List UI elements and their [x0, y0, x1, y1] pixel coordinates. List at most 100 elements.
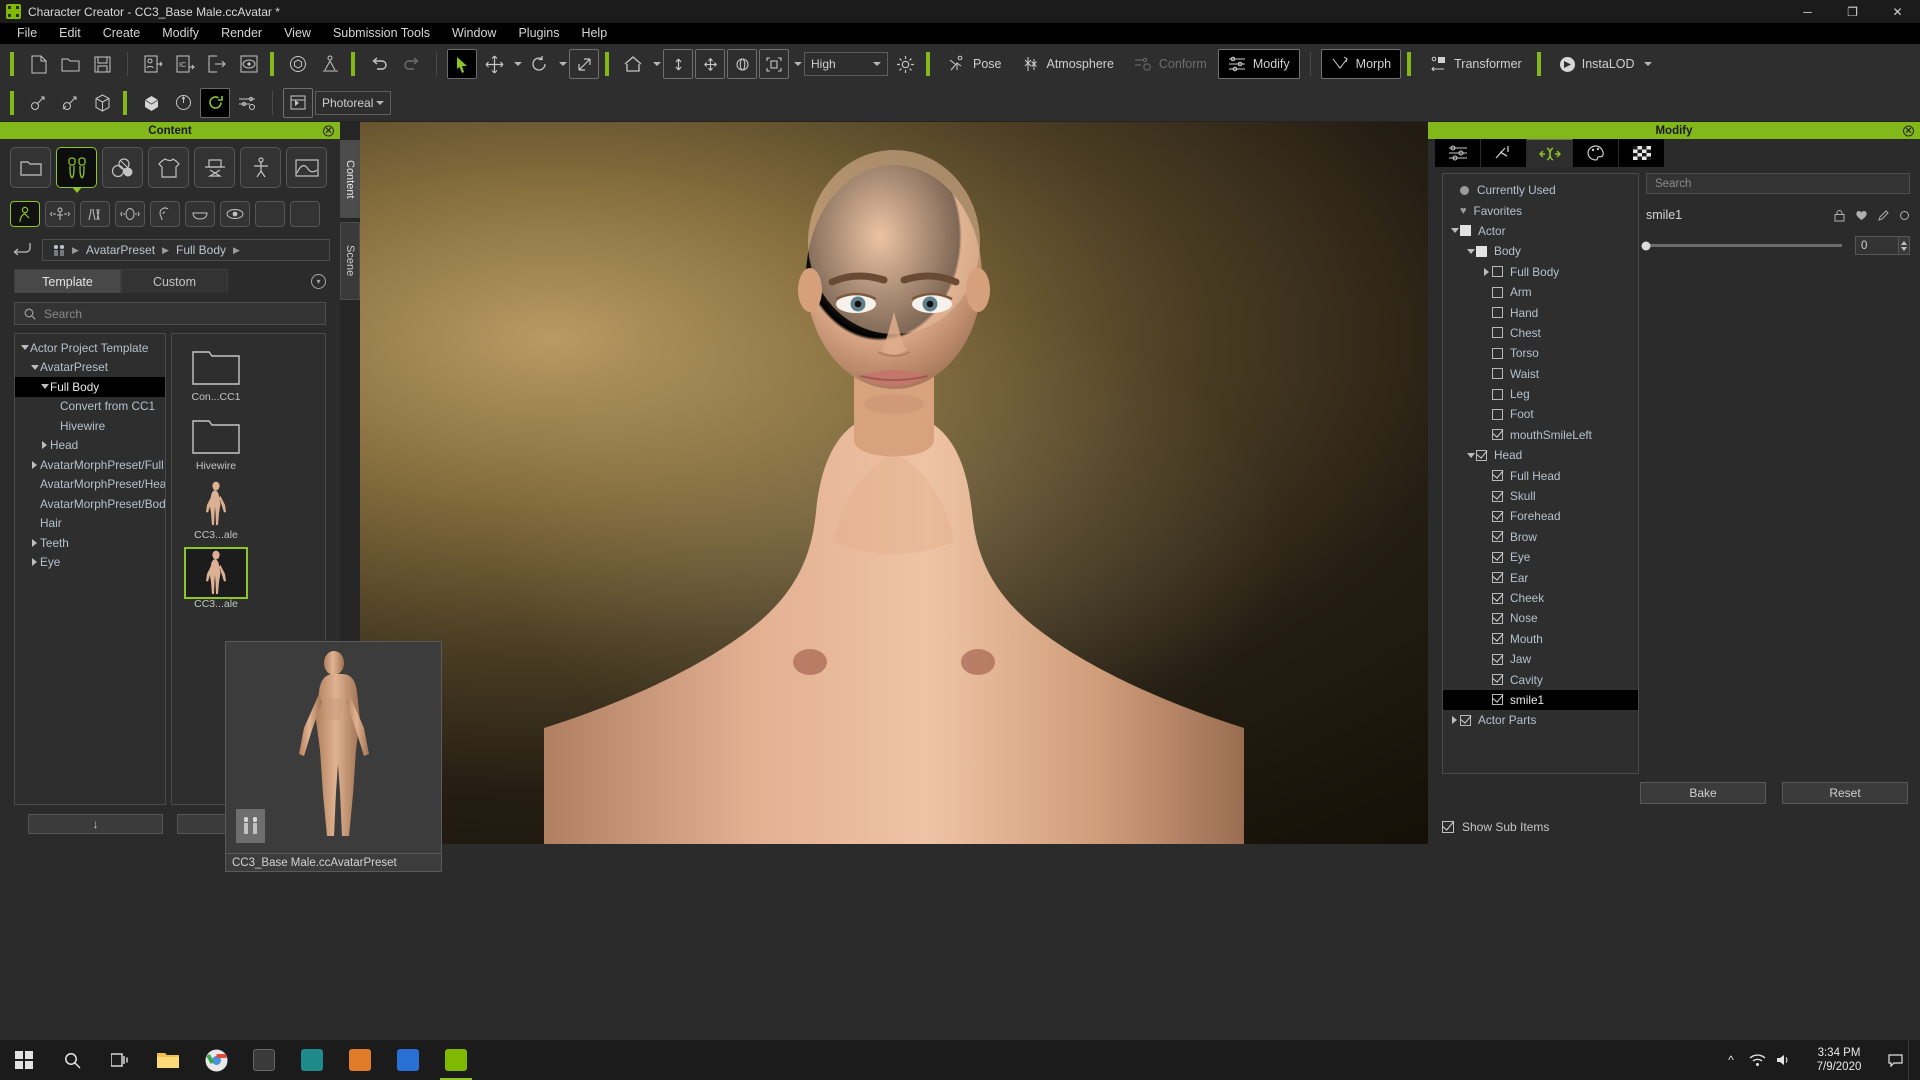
modify-button[interactable]: Modify	[1218, 49, 1300, 79]
taskbar-app-chrome[interactable]	[192, 1040, 240, 1080]
morph-tree-checkbox[interactable]	[1460, 715, 1471, 726]
subcategory-extra-2-icon[interactable]	[290, 201, 320, 227]
morph-tree-item[interactable]: Hand	[1443, 302, 1638, 322]
subcategory-extra-1-icon[interactable]	[255, 201, 285, 227]
morph-tree-item[interactable]: smile1	[1443, 690, 1638, 710]
morph-tree-checkbox[interactable]	[1492, 266, 1503, 277]
morph-tree-item[interactable]: Waist	[1443, 364, 1638, 384]
tab-attribute[interactable]	[1435, 139, 1481, 167]
breadcrumb[interactable]: ▶ AvatarPreset ▶ Full Body ▶	[42, 239, 330, 261]
morph-tree-item[interactable]: Cheek	[1443, 588, 1638, 608]
morph-tree-checkbox[interactable]	[1492, 409, 1503, 420]
lock-icon[interactable]	[1833, 209, 1846, 222]
maximize-button[interactable]: ❐	[1830, 0, 1875, 23]
content-search-input[interactable]: Search	[14, 302, 326, 325]
category-material-icon[interactable]	[102, 147, 143, 188]
taskbar-app-file-explorer[interactable]	[144, 1040, 192, 1080]
taskbar-clock[interactable]: 3:34 PM 7/9/2020	[1796, 1040, 1882, 1080]
menu-window[interactable]: Window	[441, 23, 507, 44]
content-tree-item[interactable]: AvatarMorphPreset/Full ...	[15, 455, 165, 475]
content-thumbnail[interactable]: Con...CC1	[186, 342, 246, 403]
tree-expanded-icon[interactable]	[39, 384, 50, 389]
turntable-icon[interactable]	[200, 88, 230, 118]
vtab-content[interactable]: Content	[340, 140, 360, 218]
morph-tree-checkbox[interactable]	[1492, 694, 1503, 705]
rotate-object-icon[interactable]	[283, 49, 313, 79]
morph-tree-checkbox[interactable]	[1492, 613, 1503, 624]
content-tree-item[interactable]: Actor Project Template	[15, 338, 165, 358]
open-project-icon[interactable]	[55, 49, 85, 79]
morph-tree-item[interactable]: Actor	[1443, 221, 1638, 241]
morph-value-input[interactable]: 0	[1855, 236, 1899, 255]
task-view-icon[interactable]	[96, 1040, 144, 1080]
show-sub-items-row[interactable]: Show Sub Items	[1428, 812, 1920, 844]
subcategory-eye-icon[interactable]	[220, 201, 250, 227]
taskbar-app-teal[interactable]	[288, 1040, 336, 1080]
content-thumbnail[interactable]: CC3...ale	[186, 480, 246, 541]
menu-render[interactable]: Render	[210, 23, 273, 44]
reset-icon[interactable]	[1899, 210, 1910, 221]
tab-template[interactable]: Template	[14, 269, 121, 293]
morph-tree-item[interactable]: Forehead	[1443, 506, 1638, 526]
morph-tree-checkbox[interactable]	[1492, 552, 1503, 563]
morph-tree-checkbox[interactable]	[1492, 470, 1503, 481]
tree-collapsed-icon[interactable]	[1449, 716, 1460, 724]
pan-view-icon[interactable]	[695, 49, 725, 79]
heart-icon[interactable]	[1855, 209, 1868, 221]
menu-edit[interactable]: Edit	[48, 23, 92, 44]
undo-icon[interactable]	[364, 49, 394, 79]
orbit-view-icon[interactable]	[727, 49, 757, 79]
morph-tree-item[interactable]: Skull	[1443, 486, 1638, 506]
pencil-icon[interactable]	[1877, 209, 1890, 222]
frame-dropdown-caret[interactable]	[794, 62, 802, 66]
morph-tree-checkbox[interactable]	[1492, 572, 1503, 583]
new-project-icon[interactable]	[23, 49, 53, 79]
morph-tree-item[interactable]: Foot	[1443, 404, 1638, 424]
windows-start-icon[interactable]	[0, 1040, 48, 1080]
morph-search-input[interactable]: Search	[1646, 173, 1910, 194]
viewport-layout-icon[interactable]	[283, 88, 313, 118]
morph-tree-item[interactable]: Full Body	[1443, 262, 1638, 282]
morph-tree-checkbox[interactable]	[1492, 348, 1503, 359]
tab-pose[interactable]	[1481, 139, 1527, 167]
morph-tree-checkbox[interactable]	[1492, 307, 1503, 318]
import-avatar-icon[interactable]	[138, 49, 168, 79]
morph-value-spinner[interactable]	[1899, 236, 1910, 255]
morph-tree-item[interactable]: Leg	[1443, 384, 1638, 404]
taskbar-app-character-creator[interactable]	[432, 1040, 480, 1080]
minimize-button[interactable]: ─	[1785, 0, 1830, 23]
light-toggle-icon[interactable]	[890, 49, 920, 79]
tree-expanded-icon[interactable]	[1449, 228, 1460, 233]
morph-tree-item[interactable]: Arm	[1443, 282, 1638, 302]
viewport-3d[interactable]	[360, 122, 1428, 844]
morph-tree-item[interactable]: Jaw	[1443, 649, 1638, 669]
instalod-button[interactable]: InstaLOD	[1550, 49, 1661, 79]
morph-tree-checkbox[interactable]	[1492, 368, 1503, 379]
morph-tree-item[interactable]: Full Head	[1443, 465, 1638, 485]
morph-tree-checkbox[interactable]	[1492, 389, 1503, 400]
spinner-up-icon[interactable]	[1901, 241, 1907, 245]
morph-tree-checkbox[interactable]	[1476, 246, 1487, 257]
notification-icon[interactable]	[1882, 1040, 1908, 1080]
tree-collapsed-icon[interactable]	[1481, 268, 1492, 276]
bounding-box-icon[interactable]	[87, 88, 117, 118]
tray-wifi-icon[interactable]	[1744, 1040, 1770, 1080]
morph-tree-checkbox[interactable]	[1492, 633, 1503, 644]
morph-tree-checkbox[interactable]	[1492, 674, 1503, 685]
category-avatar-icon[interactable]	[56, 147, 97, 188]
tab-texture[interactable]	[1619, 139, 1665, 167]
light-sphere-icon[interactable]	[168, 88, 198, 118]
show-desktop-button[interactable]	[1908, 1040, 1916, 1080]
tab-custom[interactable]: Custom	[121, 269, 228, 293]
tree-collapsed-icon[interactable]	[29, 539, 40, 547]
morph-tree-item[interactable]: Body	[1443, 241, 1638, 261]
morph-button[interactable]: Morph	[1321, 49, 1401, 79]
tree-expanded-icon[interactable]	[29, 365, 40, 370]
morph-tree-checkbox[interactable]	[1460, 225, 1471, 236]
category-scene-icon[interactable]	[286, 147, 327, 188]
morph-tree-item[interactable]: Mouth	[1443, 629, 1638, 649]
content-tree-item[interactable]: Head	[15, 436, 165, 456]
morph-tree-item[interactable]: Nose	[1443, 608, 1638, 628]
menu-plugins[interactable]: Plugins	[507, 23, 570, 44]
morph-tree-item[interactable]: Cavity	[1443, 669, 1638, 689]
